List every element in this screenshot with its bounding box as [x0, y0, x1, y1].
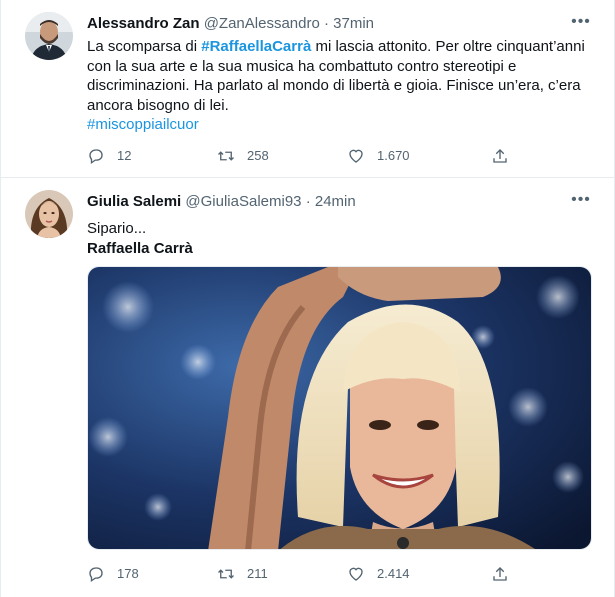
reply-button[interactable]: 178: [87, 564, 139, 584]
separator-dot: ·: [305, 193, 311, 210]
author-handle[interactable]: @GiuliaSalemi93: [185, 193, 301, 210]
author-name[interactable]: Giulia Salemi: [87, 193, 181, 210]
like-button[interactable]: 1.670: [347, 146, 410, 166]
share-button[interactable]: [491, 146, 509, 166]
tweet-text-bold: Raffaella Carrà: [87, 239, 193, 257]
author-name[interactable]: Alessandro Zan: [87, 15, 200, 32]
tweet-feed: Alessandro Zan @ZanAlessandro · 37min ••…: [0, 0, 615, 597]
retweet-count: 211: [247, 566, 268, 581]
tweet-text-line: Sipario...: [87, 220, 147, 237]
heart-icon: [349, 149, 363, 163]
share-button[interactable]: [491, 564, 509, 584]
separator-dot: ·: [324, 15, 329, 32]
retweet-icon: [218, 569, 234, 579]
hashtag-link[interactable]: #RaffaellaCarrà: [201, 38, 311, 55]
tweet-header: Alessandro Zan @ZanAlessandro · 37min ••…: [87, 12, 594, 34]
tweet-actions: 178 211 2.414: [87, 564, 517, 584]
share-icon: [493, 567, 507, 581]
reply-count: 12: [117, 148, 132, 163]
heart-icon: [349, 567, 363, 581]
tweet-text: La scomparsa di #RaffaellaCarrà mi lasci…: [87, 37, 599, 135]
more-horizontal-icon[interactable]: •••: [568, 190, 594, 212]
tweet-actions: 12 258 1.670: [87, 146, 517, 166]
author-handle[interactable]: @ZanAlessandro: [204, 15, 320, 32]
reply-icon: [89, 149, 103, 165]
retweet-button[interactable]: 211: [217, 564, 268, 584]
reply-count: 178: [117, 566, 139, 581]
retweet-button[interactable]: 258: [217, 146, 269, 166]
tweet-text-part: La scomparsa di: [87, 38, 202, 55]
tweet-header: Giulia Salemi @GiuliaSalemi93 · 24min ••…: [87, 190, 594, 212]
avatar[interactable]: [25, 190, 73, 238]
reply-icon: [89, 567, 103, 583]
like-count: 2.414: [377, 566, 410, 581]
share-icon: [493, 149, 507, 163]
tweet[interactable]: Giulia Salemi @GiuliaSalemi93 · 24min ••…: [1, 178, 614, 597]
tweet[interactable]: Alessandro Zan @ZanAlessandro · 37min ••…: [1, 0, 614, 178]
like-button[interactable]: 2.414: [347, 564, 410, 584]
more-horizontal-icon[interactable]: •••: [568, 12, 594, 34]
reply-button[interactable]: 12: [87, 146, 131, 166]
tweet-time[interactable]: 37min: [333, 15, 374, 32]
tweet-photo[interactable]: [87, 266, 592, 550]
like-count: 1.670: [377, 148, 410, 163]
tweet-text: Sipario... Raffaella Carrà: [87, 219, 599, 258]
hashtag-link[interactable]: #miscoppiailcuor: [87, 116, 199, 133]
retweet-count: 258: [247, 148, 269, 163]
avatar[interactable]: [25, 12, 73, 60]
retweet-icon: [218, 151, 234, 161]
tweet-time[interactable]: 24min: [315, 193, 356, 210]
